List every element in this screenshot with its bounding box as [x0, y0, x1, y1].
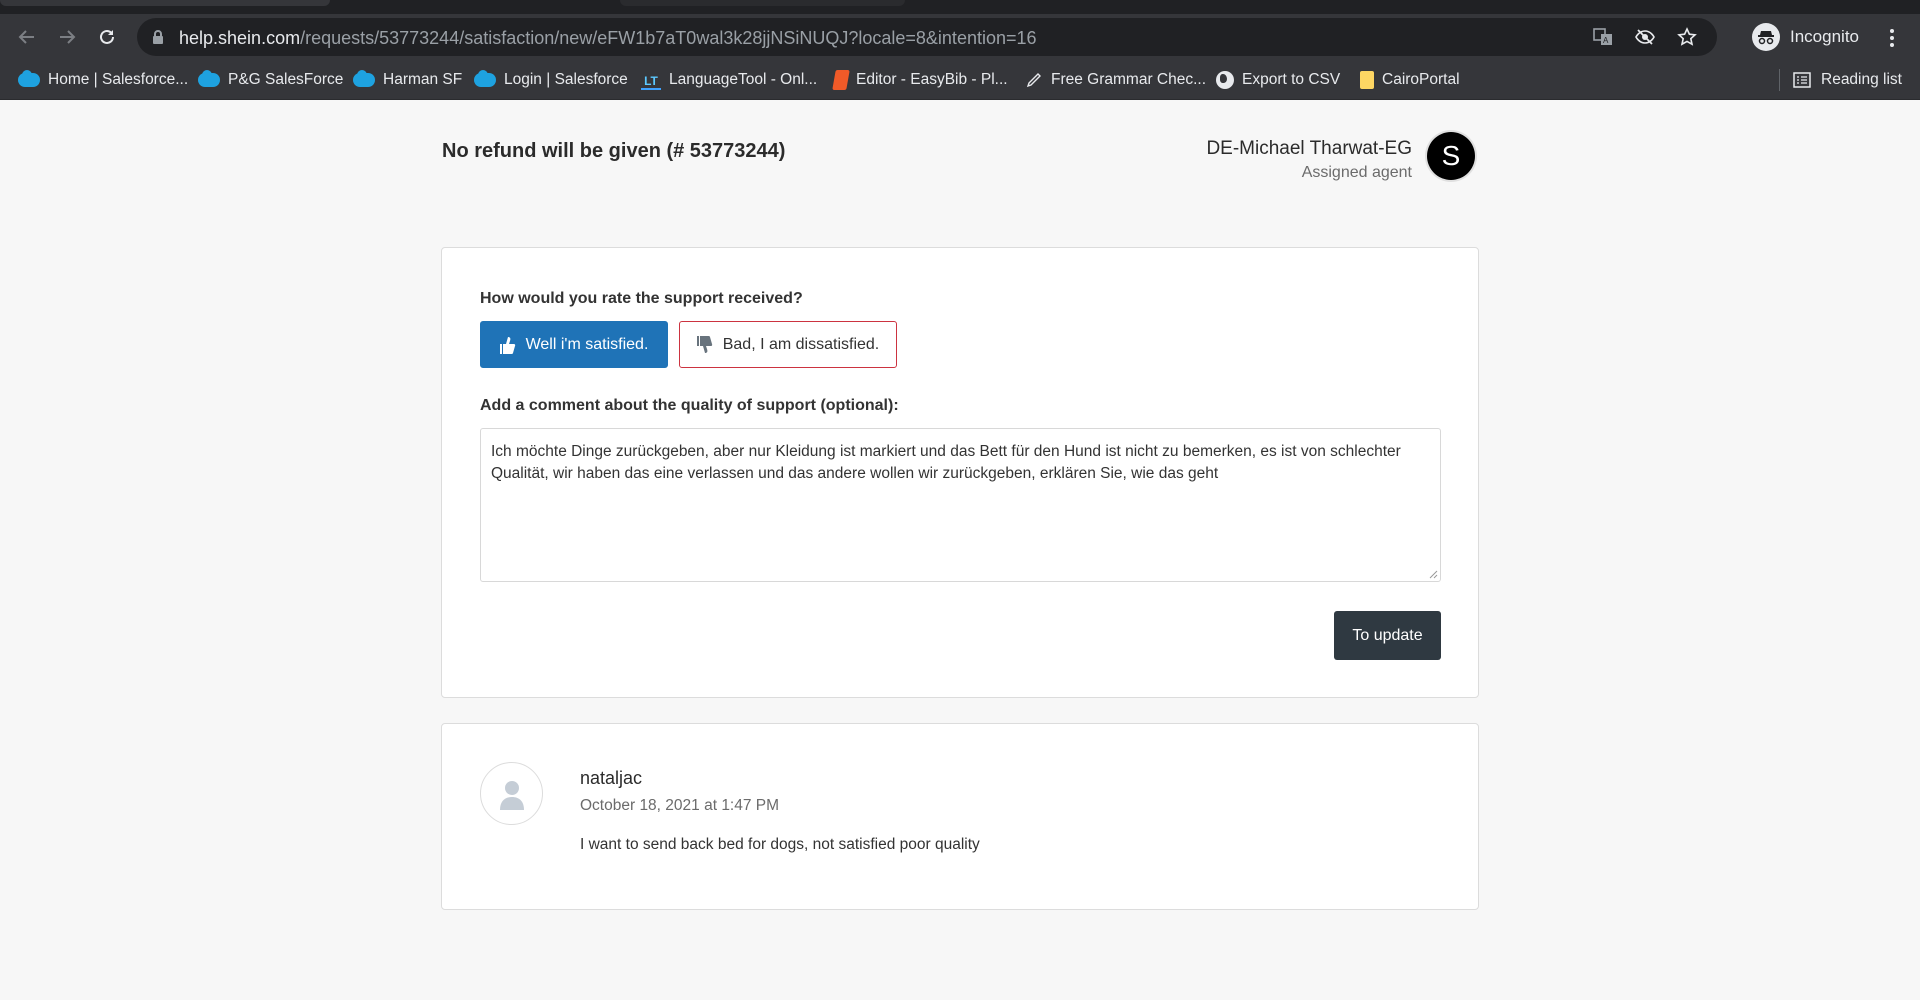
- bookmark-label: P&G SalesForce: [228, 71, 344, 88]
- comment-textarea[interactable]: Ich möchte Dinge zurückgeben, aber nur K…: [480, 428, 1441, 582]
- svg-text:A: A: [1603, 36, 1609, 45]
- comment-value: Ich möchte Dinge zurückgeben, aber nur K…: [491, 443, 1401, 482]
- bookmark-languagetool[interactable]: LT LanguageTool - Onl...: [641, 68, 817, 92]
- tab-strip: [0, 0, 1920, 14]
- bookmark-harman-sf[interactable]: Harman SF: [353, 68, 462, 92]
- agent-name: DE-Michael Tharwat-EG: [1206, 138, 1412, 159]
- globe-icon: [1216, 71, 1234, 89]
- reading-list-button[interactable]: Reading list: [1793, 68, 1902, 92]
- address-bar-actions: A: [1593, 27, 1697, 47]
- dissatisfied-label: Bad, I am dissatisfied.: [722, 335, 880, 353]
- satisfaction-form: How would you rate the support received?…: [441, 247, 1479, 698]
- bookmark-label: Editor - EasyBib - Pl...: [856, 71, 1008, 88]
- reload-button[interactable]: [92, 22, 122, 52]
- bookmark-label: LanguageTool - Onl...: [669, 71, 818, 88]
- bookmark-login-salesforce[interactable]: Login | Salesforce: [474, 68, 628, 92]
- bookmark-cairoportal[interactable]: CairoPortal: [1360, 68, 1460, 92]
- bookmarks-divider: [1779, 69, 1780, 91]
- salesforce-icon: [353, 70, 375, 87]
- update-button[interactable]: To update: [1334, 611, 1441, 660]
- dissatisfied-button[interactable]: Bad, I am dissatisfied.: [679, 321, 897, 368]
- thumbs-up-icon: [499, 336, 515, 354]
- star-icon[interactable]: [1677, 27, 1697, 47]
- bookmark-label: CairoPortal: [1382, 71, 1460, 88]
- bookmark-label: Login | Salesforce: [504, 71, 628, 88]
- page-content: No refund will be given (# 53773244) DE-…: [0, 100, 1920, 1000]
- url-host: help.shein.com: [179, 28, 301, 48]
- thumbs-down-icon: [696, 335, 712, 353]
- toolbar: help.shein.com/requests/53773244/satisfa…: [0, 14, 1920, 61]
- languagetool-icon: LT: [641, 70, 661, 90]
- forward-button[interactable]: [52, 22, 82, 52]
- pen-icon: [1025, 71, 1043, 89]
- bookmark-label: Home | Salesforce...: [48, 71, 189, 88]
- back-button[interactable]: [12, 22, 42, 52]
- rating-question: How would you rate the support received?: [480, 290, 803, 307]
- bookmark-easybib[interactable]: Editor - EasyBib - Pl...: [832, 68, 1008, 92]
- incognito-indicator[interactable]: Incognito: [1752, 20, 1859, 54]
- salesforce-icon: [18, 70, 40, 87]
- incognito-label: Incognito: [1790, 27, 1859, 46]
- agent-avatar: S: [1427, 132, 1475, 180]
- reload-icon: [100, 29, 114, 44]
- lock-icon[interactable]: [151, 29, 165, 45]
- folder-icon: [1360, 71, 1374, 89]
- comment-date: October 18, 2021 at 1:47 PM: [580, 797, 780, 814]
- salesforce-icon: [198, 70, 220, 87]
- url-path: /requests/53773244/satisfaction/new/eFW1…: [300, 28, 1037, 48]
- bookmarks-bar: Home | Salesforce... P&G SalesForce Harm…: [0, 61, 1920, 100]
- address-bar[interactable]: help.shein.com/requests/53773244/satisfa…: [137, 18, 1717, 56]
- salesforce-icon: [474, 70, 496, 87]
- translate-icon[interactable]: A: [1593, 27, 1613, 47]
- resize-handle-icon[interactable]: [1428, 569, 1438, 579]
- comment-author: nataljac: [580, 768, 643, 788]
- bookmark-label: Harman SF: [383, 71, 463, 88]
- active-tab-edge[interactable]: [0, 0, 330, 6]
- menu-icon[interactable]: [1884, 24, 1900, 52]
- reading-list-label: Reading list: [1821, 71, 1902, 88]
- bookmark-pg-salesforce[interactable]: P&G SalesForce: [198, 68, 343, 92]
- comment-text: I want to send back bed for dogs, not sa…: [580, 836, 980, 853]
- back-icon: [18, 30, 34, 44]
- comment-entry: nataljac October 18, 2021 at 1:47 PM I w…: [441, 723, 1479, 910]
- easybib-icon: [832, 70, 850, 90]
- reading-list-icon: [1793, 72, 1811, 88]
- page-title: No refund will be given (# 53773244): [442, 140, 786, 162]
- forward-icon: [60, 30, 76, 44]
- eye-off-icon[interactable]: [1635, 27, 1655, 47]
- agent-role: Assigned agent: [1301, 164, 1412, 181]
- bookmark-export-csv[interactable]: Export to CSV: [1216, 68, 1340, 92]
- incognito-icon: [1752, 23, 1780, 51]
- inactive-tab-edge[interactable]: [620, 0, 905, 6]
- url-text[interactable]: help.shein.com/requests/53773244/satisfa…: [179, 28, 1037, 49]
- bookmark-free-grammar[interactable]: Free Grammar Chec...: [1025, 68, 1206, 92]
- bookmark-label: Free Grammar Chec...: [1051, 71, 1207, 88]
- bookmark-label: Export to CSV: [1242, 71, 1341, 88]
- comment-label: Add a comment about the quality of suppo…: [480, 397, 899, 414]
- satisfied-label: Well i'm satisfied.: [525, 335, 649, 353]
- user-avatar-icon: [480, 762, 543, 825]
- assigned-agent: DE-Michael Tharwat-EG Assigned agent: [1206, 138, 1412, 182]
- bookmark-home-salesforce[interactable]: Home | Salesforce...: [18, 68, 188, 92]
- satisfied-button[interactable]: Well i'm satisfied.: [480, 321, 668, 368]
